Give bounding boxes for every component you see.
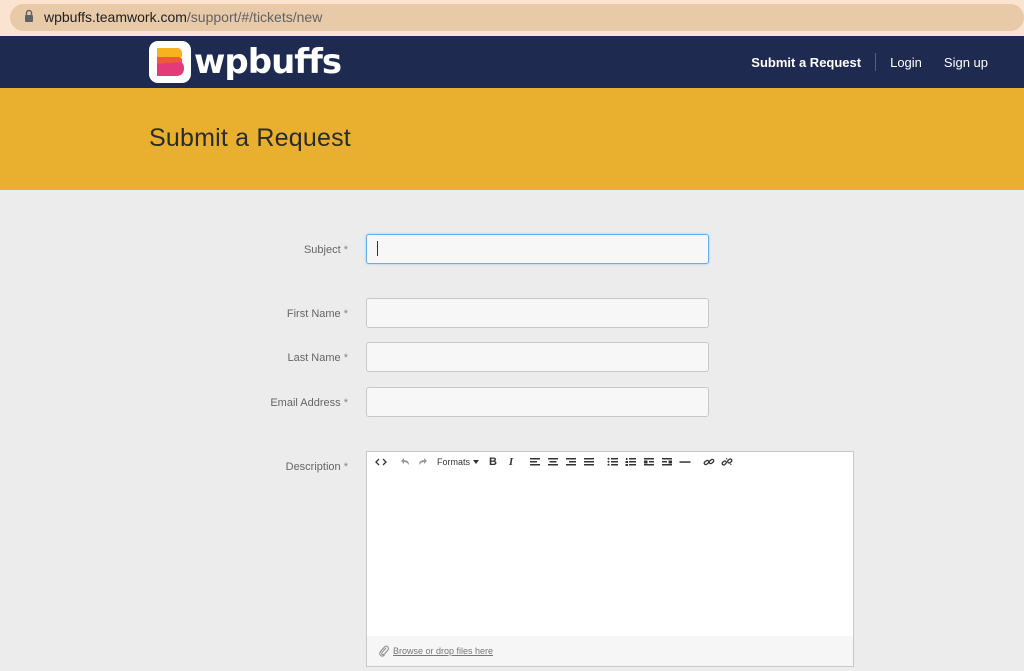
last-name-label-text: Last Name: [287, 352, 341, 364]
numbered-list-icon[interactable]: [623, 454, 639, 470]
align-center-icon[interactable]: [545, 454, 561, 470]
url-text: wpbuffs.teamwork.com/support/#/tickets/n…: [44, 9, 322, 25]
logo-text: wpbuffs: [194, 42, 342, 82]
link-icon[interactable]: [701, 454, 717, 470]
first-name-input[interactable]: [366, 298, 709, 328]
chevron-down-icon: [473, 460, 480, 464]
page-title: Submit a Request: [149, 124, 351, 152]
unlink-icon[interactable]: [719, 454, 735, 470]
subject-label: Subject *: [148, 244, 348, 256]
paperclip-icon: [379, 645, 389, 657]
last-name-input[interactable]: [366, 342, 709, 372]
site-logo[interactable]: wpbuffs: [148, 40, 342, 84]
email-input[interactable]: [366, 387, 709, 417]
required-mark: *: [343, 461, 348, 473]
site-header: wpbuffs Submit a Request Login Sign up: [0, 36, 1024, 88]
editor-content-area[interactable]: [367, 472, 853, 636]
wpbuffs-logo-icon: [149, 41, 191, 83]
horizontal-rule-icon[interactable]: [677, 454, 693, 470]
nav-submit-request[interactable]: Submit a Request: [751, 55, 861, 70]
browser-address-bar: wpbuffs.teamwork.com/support/#/tickets/n…: [0, 0, 1024, 36]
indent-icon[interactable]: [659, 454, 675, 470]
subject-input[interactable]: [366, 234, 709, 264]
nav-divider: [875, 53, 877, 71]
formats-dropdown[interactable]: Formats: [437, 457, 480, 467]
required-mark: *: [343, 397, 348, 409]
bold-button[interactable]: B: [485, 454, 501, 470]
required-mark: *: [343, 352, 348, 364]
description-label-text: Description: [285, 461, 341, 473]
undo-icon[interactable]: [397, 454, 413, 470]
required-mark: *: [343, 244, 348, 256]
align-right-icon[interactable]: [563, 454, 579, 470]
url-path: /support/#/tickets/new: [186, 9, 323, 25]
redo-icon[interactable]: [415, 454, 431, 470]
nav-login[interactable]: Login: [890, 55, 922, 70]
bullet-list-icon[interactable]: [605, 454, 621, 470]
hero-banner: Submit a Request: [0, 88, 1024, 190]
required-mark: *: [343, 308, 348, 320]
subject-label-text: Subject: [303, 244, 341, 256]
nav-signup[interactable]: Sign up: [944, 55, 988, 70]
text-caret: [377, 241, 378, 256]
url-field[interactable]: wpbuffs.teamwork.com/support/#/tickets/n…: [10, 4, 1024, 31]
outdent-icon[interactable]: [641, 454, 657, 470]
editor-toolbar: Formats B I: [367, 452, 853, 472]
first-name-label: First Name *: [148, 308, 348, 320]
url-host: wpbuffs.teamwork.com: [44, 9, 187, 25]
description-label: Description *: [148, 461, 348, 473]
top-nav: Submit a Request Login Sign up: [751, 36, 988, 88]
email-label-text: Email Address: [270, 397, 341, 409]
formats-label: Formats: [437, 457, 471, 467]
lock-icon: [25, 9, 33, 22]
align-left-icon[interactable]: [527, 454, 543, 470]
email-label: Email Address *: [148, 397, 348, 409]
source-code-icon[interactable]: [373, 454, 389, 470]
attachment-bar: Browse or drop files here: [367, 636, 853, 666]
browse-files-link[interactable]: Browse or drop files here: [393, 646, 493, 656]
first-name-label-text: First Name: [286, 308, 341, 320]
italic-button[interactable]: I: [503, 454, 519, 470]
description-editor: Formats B I Browse or drop files here: [366, 451, 854, 667]
align-justify-icon[interactable]: [581, 454, 597, 470]
last-name-label: Last Name *: [148, 352, 348, 364]
